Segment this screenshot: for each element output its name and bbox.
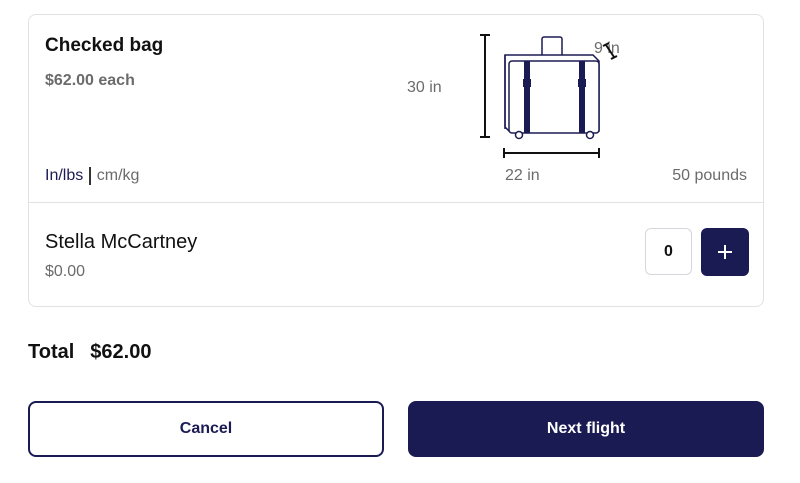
total-amount: $62.00	[90, 341, 152, 363]
unit-option-in-lbs[interactable]: In/lbs	[45, 167, 83, 185]
plus-icon	[718, 245, 732, 259]
bag-quantity: 0	[645, 228, 692, 275]
bag-height-label: 30 in	[407, 79, 442, 96]
order-total: Total $62.00	[28, 341, 151, 364]
unit-divider	[89, 167, 91, 185]
next-flight-button[interactable]: Next flight	[408, 401, 764, 457]
total-label: Total	[28, 341, 75, 363]
baggage-card: Checked bag $62.00 each In/lbs cm/kg 30 …	[28, 14, 764, 307]
bag-title: Checked bag	[45, 35, 164, 56]
bag-weight-label: 50 pounds	[672, 167, 747, 184]
checked-bag-section: Checked bag $62.00 each In/lbs cm/kg 30 …	[29, 15, 763, 203]
unit-option-cm-kg[interactable]: cm/kg	[97, 167, 140, 185]
unit-toggle: In/lbs cm/kg	[45, 167, 139, 185]
bag-price: $62.00 each	[45, 72, 135, 89]
add-bag-button[interactable]	[701, 228, 749, 276]
passenger-name: Stella McCartney	[45, 231, 198, 253]
passenger-price: $0.00	[45, 263, 86, 280]
cancel-button[interactable]: Cancel	[28, 401, 384, 457]
suitcase-icon	[480, 34, 618, 158]
bag-width-label: 22 in	[505, 167, 540, 184]
